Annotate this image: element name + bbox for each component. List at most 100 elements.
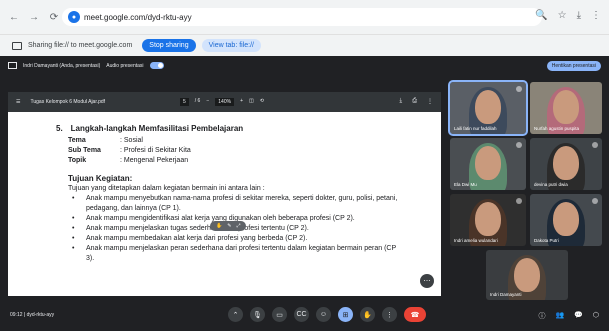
present-now-icon[interactable]: ⊞ (338, 307, 353, 322)
expand-icon[interactable]: ⤢ (236, 223, 240, 229)
list-item-text: Anak mampu membedakan alat kerja dari pr… (86, 235, 308, 242)
activities-icon[interactable]: ⬡ (593, 311, 599, 321)
mic-options-icon[interactable]: ⌃ (228, 307, 243, 322)
participant-tile[interactable]: Nurfah agustin puspita (530, 82, 602, 134)
meta-row: Tema : Sosial (68, 136, 441, 146)
info-icon[interactable]: ⓘ (538, 311, 545, 321)
pdf-more-icon[interactable]: ⋮ (427, 98, 433, 105)
presenter-name: Indri Damayanti (Anda, presentasi) (23, 62, 101, 69)
meeting-code: dyd-rktu-ayy (26, 312, 55, 318)
star-icon[interactable]: ☆ (558, 10, 567, 21)
meta-key: Sub Tema (68, 147, 101, 154)
reload-icon[interactable]: ⟳ (48, 11, 60, 23)
leave-call-button[interactable]: ☎ (404, 307, 426, 322)
chat-icon[interactable]: 💬 (574, 311, 583, 321)
zoom-level[interactable]: 140% (215, 98, 235, 106)
address-bar[interactable]: ● meet.google.com/dyd-rktu-ayy (62, 8, 542, 26)
sharing-text: Sharing file:// to meet.google.com (28, 42, 133, 49)
participant-tile-self[interactable]: Indri Damayanti (486, 250, 568, 300)
pdf-download-icon[interactable]: ⤓ (400, 98, 403, 105)
topic-meta: Tema : Sosial Sub Tema : Profesi di Sekita… (68, 136, 441, 166)
audio-toggle[interactable] (149, 62, 164, 69)
meet-control-bar: 09:12 | dyd-rktu-ayy ⌃ 🎙 ▭ CC ☺ ⊞ ✋ ⋮ ☎ … (0, 301, 609, 331)
participant-name: Indri Damayanti (490, 292, 522, 297)
participant-tile[interactable]: devina putri dwia (530, 138, 602, 190)
section-title: 5. Langkah-langkah Memfasilitasi Pembela… (56, 124, 441, 133)
floating-toolbar[interactable]: ✋ ✎ ⤢ (210, 221, 247, 231)
stop-sharing-button[interactable]: Stop sharing (142, 39, 196, 52)
goals-intro: Tujuan yang ditetapkan dalam kegiatan be… (68, 185, 265, 192)
back-icon[interactable]: ← (8, 11, 20, 23)
sharing-infobar: Sharing file:// to meet.google.com Stop … (0, 34, 609, 56)
meta-value: : Sosial (120, 137, 143, 144)
hand-icon[interactable]: ✋ (216, 223, 222, 229)
more-options-fab[interactable]: ⋯ (420, 274, 434, 288)
meta-row: Topik : Mengenal Pekerjaan (68, 156, 441, 166)
mic-icon[interactable]: 🎙 (250, 307, 265, 322)
participant-face (475, 146, 501, 181)
participant-name: devina putri dwia (534, 182, 568, 187)
mic-off-icon (516, 198, 522, 204)
emoji-icon[interactable]: ☺ (316, 307, 331, 322)
zoom-out-icon[interactable]: − (206, 98, 209, 106)
participant-tile[interactable]: Ela Dwi Mu (450, 138, 526, 190)
camera-icon[interactable]: ▭ (272, 307, 287, 322)
menu-icon[interactable]: ⋮ (591, 10, 601, 21)
present-icon (8, 62, 17, 69)
more-options-icon[interactable]: ⋮ (382, 307, 397, 322)
participant-tile[interactable]: Indri amelia wulandari (450, 194, 526, 246)
zoom-in-icon[interactable]: + (240, 98, 243, 106)
url-text[interactable]: meet.google.com/dyd-rktu-ayy (84, 13, 192, 22)
participant-name: Nurfah agustin puspita (534, 126, 580, 131)
fit-page-icon[interactable]: ◫ (249, 98, 254, 106)
goals-heading: Tujuan Kegiatan: (68, 174, 133, 183)
participant-name: Indri amelia wulandari (454, 238, 498, 243)
list-item: • Anak mampu menyebutkan nama-nama profes… (72, 194, 402, 214)
pdf-page: 5. Langkah-langkah Memfasilitasi Pembela… (8, 112, 441, 264)
screen-share-icon (12, 41, 22, 50)
presenter-bar: Indri Damayanti (Anda, presentasi) Audio… (8, 62, 164, 69)
participant-tile[interactable]: Laili fatin nur faddilah (448, 80, 528, 136)
participant-name: Dakota Putri (534, 238, 559, 243)
meta-value: : Profesi di Sekitar Kita (120, 147, 191, 154)
raise-hand-icon[interactable]: ✋ (360, 307, 375, 322)
site-info-icon[interactable]: ● (68, 11, 80, 23)
highlight-icon[interactable]: ✎ (227, 223, 231, 229)
page-number-input[interactable]: 5 (180, 98, 189, 106)
pdf-viewer: ☰ Tugas Kelompok 6 Modul Ajar.pdf 5 / 6 … (8, 92, 441, 296)
pdf-title: Tugas Kelompok 6 Modul Ajar.pdf (30, 99, 106, 105)
zoom-icon[interactable]: 🔍 (535, 10, 547, 21)
speaking-icon (516, 86, 522, 92)
stop-presenting-button[interactable]: Hentikan presentasi (546, 61, 601, 71)
captions-icon[interactable]: CC (294, 307, 309, 322)
meta-value: : Mengenal Pekerjaan (120, 157, 189, 164)
participant-tile[interactable]: Dakota Putri (530, 194, 602, 246)
rotate-icon[interactable]: ⟲ (260, 98, 264, 106)
forward-icon[interactable]: → (28, 11, 40, 23)
people-icon[interactable]: 👥 (555, 311, 564, 321)
participant-face (553, 90, 579, 125)
participant-face (514, 258, 540, 292)
meeting-info: 09:12 | dyd-rktu-ayy (10, 312, 55, 318)
download-icon[interactable]: ⤓ (577, 10, 581, 21)
list-item-text: Anak mampu menyebutkan nama-nama profesi… (86, 195, 398, 212)
pdf-menu-icon[interactable]: ☰ (16, 99, 20, 105)
meta-row: Sub Tema : Profesi di Sekitar Kita (68, 146, 441, 156)
page-total: / 6 (194, 98, 201, 104)
participant-name: Laili fatin nur faddilah (454, 126, 497, 131)
audio-label: Audio presentasi (106, 62, 144, 69)
participant-face (553, 146, 579, 181)
meta-key: Topik (68, 157, 87, 164)
mic-off-icon (592, 142, 598, 148)
list-item-text: Anak mampu menjelaskan peran sederhana d… (86, 245, 396, 262)
print-icon[interactable]: ⎙ (412, 98, 417, 105)
participant-face (553, 202, 579, 237)
section-number: 5. (56, 124, 63, 133)
clock-time: 09:12 (10, 312, 23, 318)
mic-off-icon (592, 198, 598, 204)
participant-name: Ela Dwi Mu (454, 182, 477, 187)
participant-face (475, 90, 501, 125)
meta-key: Tema (68, 137, 86, 144)
participant-face (475, 202, 501, 237)
view-tab-button[interactable]: View tab: file:// (201, 39, 261, 52)
